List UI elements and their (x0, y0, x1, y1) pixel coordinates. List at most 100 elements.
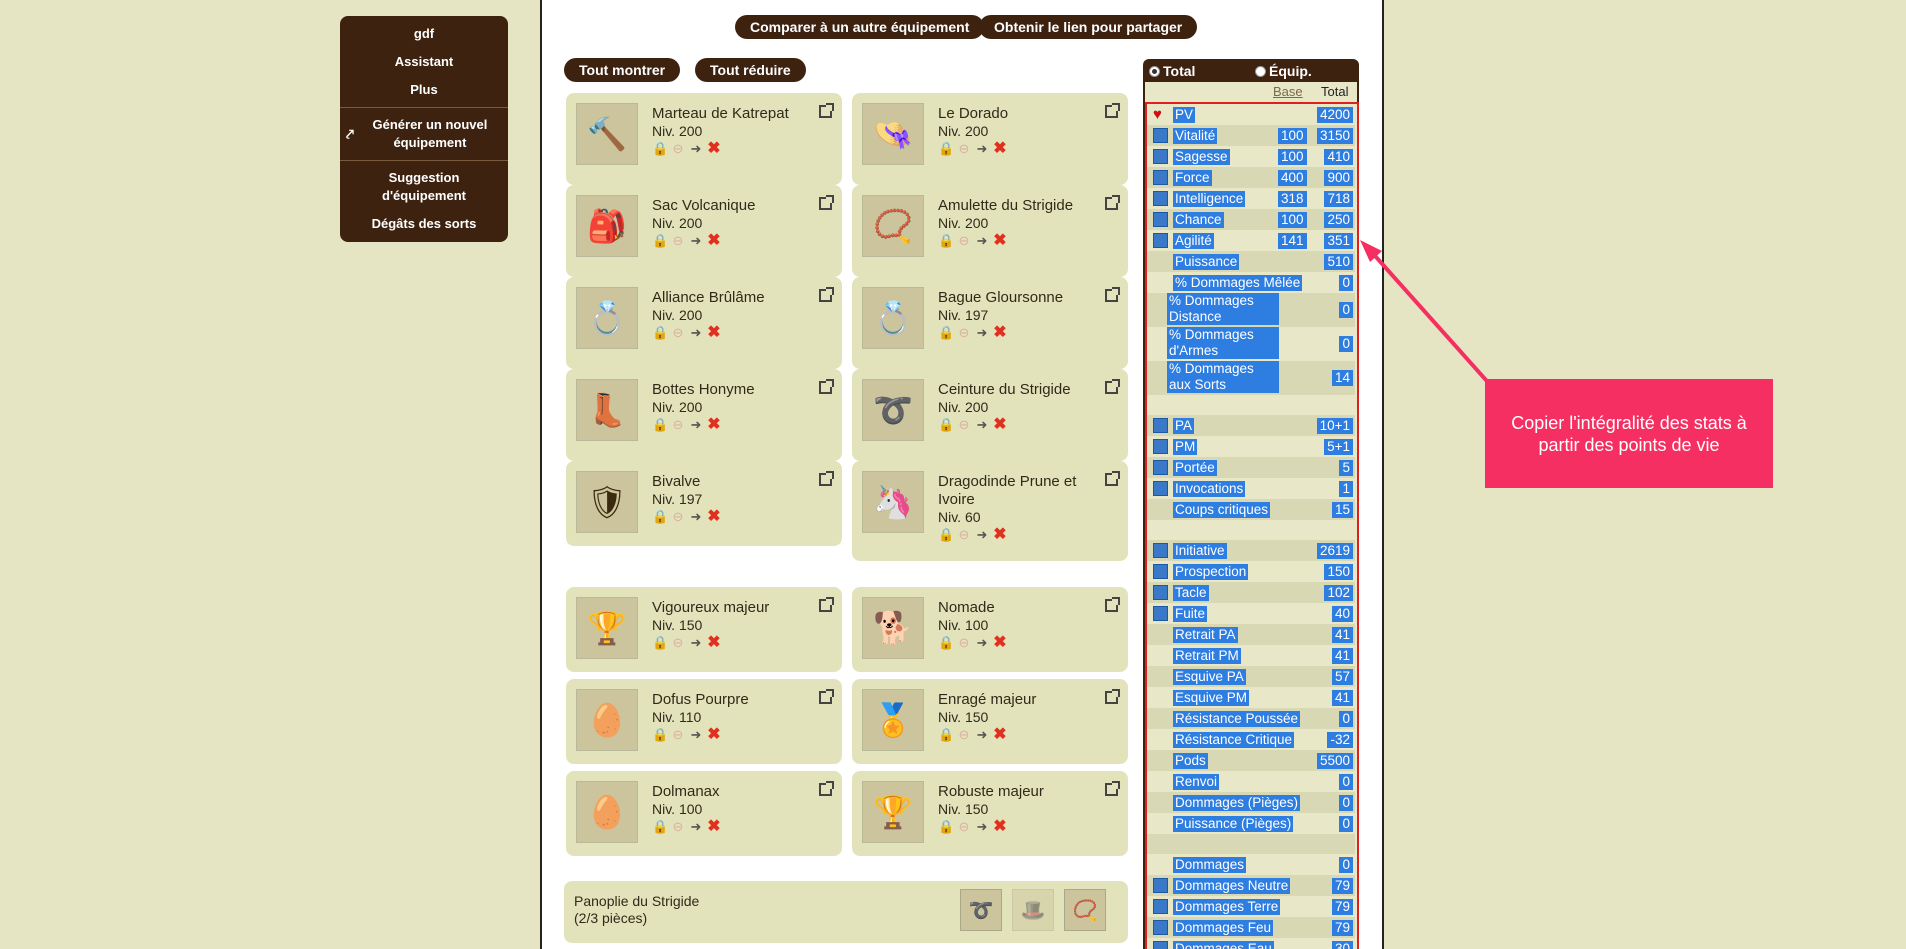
minus-icon[interactable]: ⊖ (956, 233, 972, 249)
swap-arrow-icon[interactable]: ➜ (974, 727, 990, 743)
equipment-card[interactable]: 💍 Bague Gloursonne Niv. 197 🔒 ⊖ ➜ ✖ (852, 277, 1128, 369)
equipment-card[interactable]: 🎒 Sac Volcanique Niv. 200 🔒 ⊖ ➜ ✖ (566, 185, 842, 277)
external-link-icon[interactable] (1105, 781, 1120, 796)
minus-icon[interactable]: ⊖ (956, 417, 972, 433)
delete-icon[interactable]: ✖ (706, 819, 722, 835)
share-link-button[interactable]: Obtenir le lien pour partager (979, 15, 1198, 39)
minus-icon[interactable]: ⊖ (670, 417, 686, 433)
equipment-card[interactable]: 📿 Amulette du Strigide Niv. 200 🔒 ⊖ ➜ ✖ (852, 185, 1128, 277)
lock-icon[interactable]: 🔒 (652, 509, 668, 525)
lock-icon[interactable]: 🔒 (938, 325, 954, 341)
delete-icon[interactable]: ✖ (992, 233, 1008, 249)
collapse-all-button[interactable]: Tout réduire (695, 58, 806, 82)
amulet-icon[interactable]: 📿 (1064, 889, 1106, 931)
lock-icon[interactable]: 🔒 (652, 141, 668, 157)
external-link-icon[interactable] (1105, 597, 1120, 612)
lock-icon[interactable]: 🔒 (652, 727, 668, 743)
equipment-card[interactable]: 🏆 Vigoureux majeur Niv. 150 🔒 ⊖ ➜ ✖ (566, 587, 842, 672)
swap-arrow-icon[interactable]: ➜ (974, 141, 990, 157)
equipment-card[interactable]: 🏅 Enragé majeur Niv. 150 🔒 ⊖ ➜ ✖ (852, 679, 1128, 764)
lock-icon[interactable]: 🔒 (938, 527, 954, 543)
menu-item-suggestion[interactable]: Suggestion d'équipement (340, 164, 508, 210)
delete-icon[interactable]: ✖ (992, 727, 1008, 743)
trophy-icon[interactable]: 🏅 (862, 689, 924, 751)
hat-icon[interactable]: 🎩 (1012, 889, 1054, 931)
menu-item-assistant[interactable]: Assistant (340, 48, 508, 76)
delete-icon[interactable]: ✖ (992, 325, 1008, 341)
external-link-icon[interactable] (1105, 287, 1120, 302)
shield-icon[interactable]: 🛡 (576, 471, 638, 533)
swap-arrow-icon[interactable]: ➜ (688, 635, 704, 651)
show-all-button[interactable]: Tout montrer (564, 58, 681, 82)
swap-arrow-icon[interactable]: ➜ (974, 819, 990, 835)
minus-icon[interactable]: ⊖ (670, 509, 686, 525)
lock-icon[interactable]: 🔒 (652, 819, 668, 835)
lock-icon[interactable]: 🔒 (652, 233, 668, 249)
lock-icon[interactable]: 🔒 (938, 141, 954, 157)
lock-icon[interactable]: 🔒 (652, 635, 668, 651)
equipment-card[interactable]: 🏆 Robuste majeur Niv. 150 🔒 ⊖ ➜ ✖ (852, 771, 1128, 856)
minus-icon[interactable]: ⊖ (956, 527, 972, 543)
swap-arrow-icon[interactable]: ➜ (688, 819, 704, 835)
belt-icon[interactable]: ➰ (862, 379, 924, 441)
lock-icon[interactable]: 🔒 (938, 635, 954, 651)
equipment-card[interactable]: 🥚 Dofus Pourpre Niv. 110 🔒 ⊖ ➜ ✖ (566, 679, 842, 764)
mount-icon[interactable]: 🦄 (862, 471, 924, 533)
hammer-icon[interactable]: 🔨 (576, 103, 638, 165)
delete-icon[interactable]: ✖ (706, 141, 722, 157)
minus-icon[interactable]: ⊖ (670, 141, 686, 157)
compare-button[interactable]: Comparer à un autre équipement (735, 15, 985, 39)
lock-icon[interactable]: 🔒 (652, 325, 668, 341)
swap-arrow-icon[interactable]: ➜ (688, 141, 704, 157)
minus-icon[interactable]: ⊖ (670, 819, 686, 835)
delete-icon[interactable]: ✖ (706, 417, 722, 433)
external-link-icon[interactable] (819, 379, 834, 394)
external-link-icon[interactable] (819, 781, 834, 796)
backpack-icon[interactable]: 🎒 (576, 195, 638, 257)
external-link-icon[interactable] (819, 689, 834, 704)
swap-arrow-icon[interactable]: ➜ (688, 325, 704, 341)
egg-icon[interactable]: 🥚 (576, 689, 638, 751)
delete-icon[interactable]: ✖ (706, 727, 722, 743)
external-link-icon[interactable] (1105, 103, 1120, 118)
swap-arrow-icon[interactable]: ➜ (688, 727, 704, 743)
menu-item-plus[interactable]: Plus (340, 76, 508, 104)
delete-icon[interactable]: ✖ (706, 233, 722, 249)
external-link-icon[interactable] (1105, 379, 1120, 394)
minus-icon[interactable]: ⊖ (670, 325, 686, 341)
trophy-icon[interactable]: 🏆 (576, 597, 638, 659)
equipment-card[interactable]: 💍 Alliance Brûlâme Niv. 200 🔒 ⊖ ➜ ✖ (566, 277, 842, 369)
swap-arrow-icon[interactable]: ➜ (688, 509, 704, 525)
menu-item-generate[interactable]: ⤤ Générer un nouvel équipement (340, 111, 508, 157)
minus-icon[interactable]: ⊖ (956, 819, 972, 835)
boots-icon[interactable]: 👢 (576, 379, 638, 441)
equipment-card[interactable]: ➰ Ceinture du Strigide Niv. 200 🔒 ⊖ ➜ ✖ (852, 369, 1128, 461)
swap-arrow-icon[interactable]: ➜ (688, 233, 704, 249)
external-link-icon[interactable] (819, 597, 834, 612)
minus-icon[interactable]: ⊖ (956, 635, 972, 651)
menu-item-spells[interactable]: Dégâts des sorts (340, 210, 508, 238)
ring-icon[interactable]: 💍 (576, 287, 638, 349)
swap-arrow-icon[interactable]: ➜ (974, 635, 990, 651)
delete-icon[interactable]: ✖ (706, 325, 722, 341)
equipment-card[interactable]: 🛡 Bivalve Niv. 197 🔒 ⊖ ➜ ✖ (566, 461, 842, 546)
swap-arrow-icon[interactable]: ➜ (688, 417, 704, 433)
base-column-header[interactable]: Base (1273, 84, 1303, 99)
minus-icon[interactable]: ⊖ (670, 727, 686, 743)
external-link-icon[interactable] (819, 103, 834, 118)
delete-icon[interactable]: ✖ (992, 417, 1008, 433)
belt-icon[interactable]: ➰ (960, 889, 1002, 931)
minus-icon[interactable]: ⊖ (670, 233, 686, 249)
equipment-card[interactable]: 🔨 Marteau de Katrepat Niv. 200 🔒 ⊖ ➜ ✖ (566, 93, 842, 185)
equipment-card[interactable]: 🦄 Dragodinde Prune et Ivoire Niv. 60 🔒 ⊖ ➜ ✖ (852, 461, 1128, 561)
swap-arrow-icon[interactable]: ➜ (974, 233, 990, 249)
minus-icon[interactable]: ⊖ (670, 635, 686, 651)
lock-icon[interactable]: 🔒 (938, 819, 954, 835)
equipment-card[interactable]: 🐕 Nomade Niv. 100 🔒 ⊖ ➜ ✖ (852, 587, 1128, 672)
menu-item-gdf[interactable]: gdf (340, 20, 508, 48)
external-link-icon[interactable] (1105, 689, 1120, 704)
swap-arrow-icon[interactable]: ➜ (974, 417, 990, 433)
delete-icon[interactable]: ✖ (992, 819, 1008, 835)
external-link-icon[interactable] (819, 287, 834, 302)
delete-icon[interactable]: ✖ (992, 635, 1008, 651)
